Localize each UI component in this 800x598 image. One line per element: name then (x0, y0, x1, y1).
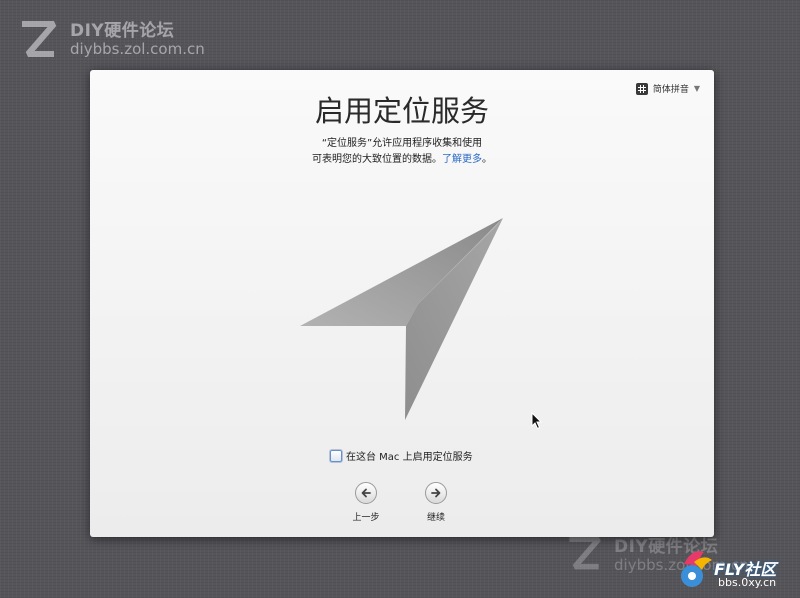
location-services-option: 在这台 Mac 上启用定位服务 (330, 448, 473, 463)
continue-label: 继续 (426, 513, 445, 523)
page-title: 启用定位服务 (314, 94, 489, 128)
description-text: 可表明您的大致位置的数据。 (312, 154, 442, 165)
description-line-2: 可表明您的大致位置的数据。了解更多。 (90, 152, 714, 168)
watermark-brand: DIY硬件论坛 (70, 21, 175, 41)
description-line-1: “定位服务”允许应用程序收集和使用 (321, 138, 483, 149)
forward-arrow-icon (425, 482, 447, 504)
fly-url: bbs.0xy.cn (718, 576, 777, 589)
zol-logo-icon (22, 21, 57, 57)
description-end: 。 (482, 154, 492, 165)
checkbox-label: 在这台 Mac 上启用定位服务 (346, 452, 473, 463)
page-description: “定位服务”允许应用程序收集和使用 可表明您的大致位置的数据。了解更多。 (90, 136, 714, 168)
learn-more-link[interactable]: 了解更多 (442, 154, 482, 165)
mouse-cursor-icon (531, 412, 543, 430)
watermark-top: DIY硬件论坛 diybbs.zol.com.cn (14, 14, 244, 66)
fly-community-logo: FLY社区 bbs.0xy.cn (674, 546, 796, 594)
back-arrow-icon (355, 482, 377, 504)
setup-window: 简体拼音 ▼ 启用定位服务 “定位服务”允许应用程序收集和使用 可表明您的大致位… (90, 70, 714, 537)
location-services-checkbox[interactable] (330, 449, 342, 462)
back-button[interactable]: 上一步 (346, 482, 386, 523)
back-label: 上一步 (352, 513, 380, 523)
location-arrow-icon (300, 218, 503, 420)
continue-button[interactable]: 继续 (416, 482, 456, 523)
watermark-url: diybbs.zol.com.cn (70, 40, 205, 58)
fly-disc-icon (681, 551, 712, 587)
